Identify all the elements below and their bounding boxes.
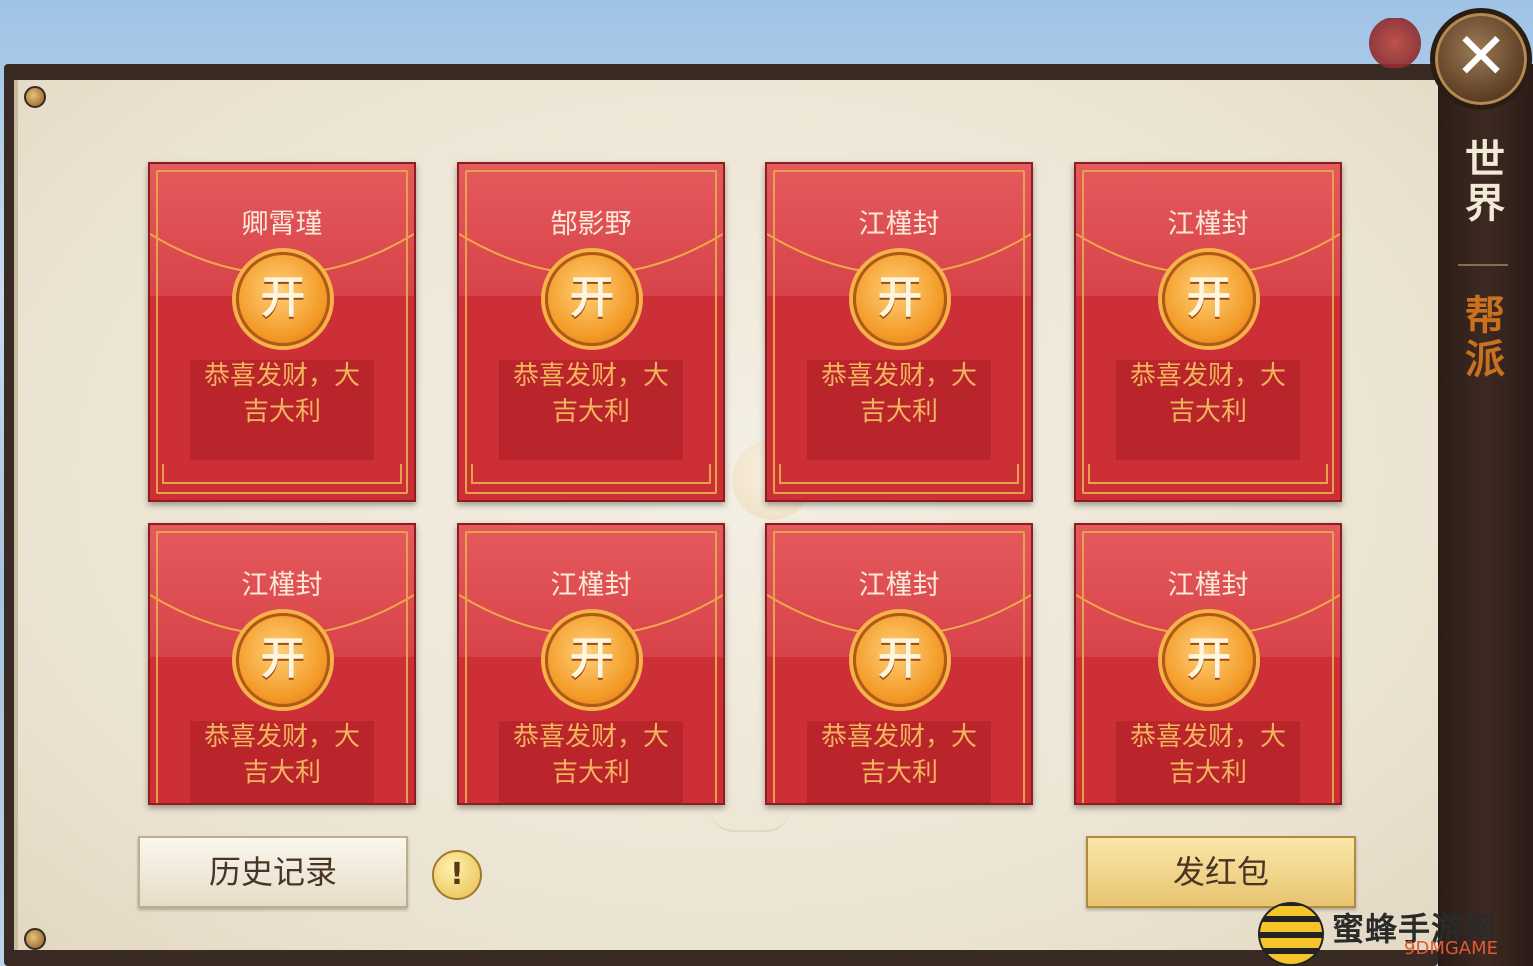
open-envelope-button[interactable]: 开 <box>236 252 330 346</box>
open-envelope-button[interactable]: 开 <box>236 613 330 707</box>
tab-world[interactable]: 世界 <box>1450 138 1520 226</box>
tab-divider <box>1458 264 1508 266</box>
envelope-message: 恭喜发财，大 吉大利 <box>512 361 669 427</box>
history-button[interactable]: 历史记录 <box>138 836 408 908</box>
bee-logo-icon <box>1258 902 1324 966</box>
close-button[interactable]: ✕ <box>1430 8 1532 110</box>
envelope-sender: 江槿封 <box>858 209 940 240</box>
open-envelope-button[interactable]: 开 <box>545 252 639 346</box>
open-envelope-button[interactable]: 开 <box>1162 613 1256 707</box>
frame-rivet <box>24 86 46 108</box>
red-envelope-card[interactable]: 江槿封 开 恭喜发财，大 吉大利 <box>457 523 725 805</box>
envelope-sender: 江槿封 <box>550 570 632 601</box>
close-x-icon: ✕ <box>1454 20 1508 94</box>
red-envelope-card[interactable]: 郜影野 开 恭喜发财，大 吉大利 <box>457 162 725 502</box>
open-envelope-button[interactable]: 开 <box>853 252 947 346</box>
red-envelope-card[interactable]: 江槿封 开 恭喜发财，大 吉大利 <box>765 523 1033 805</box>
watermark-subtext: 9DMGAME <box>1404 938 1499 959</box>
envelope-sender: 江槿封 <box>858 570 940 601</box>
envelope-sender: 卿霄瑾 <box>241 209 323 240</box>
flower-decoration <box>1360 18 1430 68</box>
red-envelope-card[interactable]: 江槿封 开 恭喜发财，大 吉大利 <box>1074 523 1342 805</box>
envelope-message: 恭喜发财，大 吉大利 <box>512 722 669 788</box>
open-envelope-button[interactable]: 开 <box>545 613 639 707</box>
envelope-message: 恭喜发财，大 吉大利 <box>820 361 977 427</box>
envelope-sender: 江槿封 <box>1167 570 1249 601</box>
envelope-message: 恭喜发财，大 吉大利 <box>820 722 977 788</box>
envelope-message: 恭喜发财，大 吉大利 <box>1129 722 1286 788</box>
open-envelope-button[interactable]: 开 <box>1162 252 1256 346</box>
send-red-envelope-button[interactable]: 发红包 <box>1086 836 1356 908</box>
tab-guild[interactable]: 帮派 <box>1450 294 1520 382</box>
frame-rivet <box>24 928 46 950</box>
red-envelope-card[interactable]: 江槿封 开 恭喜发财，大 吉大利 <box>148 523 416 805</box>
envelope-sender: 郜影野 <box>550 209 632 240</box>
red-envelope-card[interactable]: 江槿封 开 恭喜发财，大 吉大利 <box>1074 162 1342 502</box>
red-envelope-card[interactable]: 卿霄瑾 开 恭喜发财，大 吉大利 <box>148 162 416 502</box>
envelope-message: 恭喜发财，大 吉大利 <box>1129 361 1286 427</box>
info-icon[interactable]: ! <box>432 850 482 900</box>
envelope-sender: 江槿封 <box>241 570 323 601</box>
divider-ornament <box>710 808 790 832</box>
open-envelope-button[interactable]: 开 <box>853 613 947 707</box>
envelope-message: 恭喜发财，大 吉大利 <box>203 722 360 788</box>
red-envelope-card[interactable]: 江槿封 开 恭喜发财，大 吉大利 <box>765 162 1033 502</box>
envelope-sender: 江槿封 <box>1167 209 1249 240</box>
envelope-message: 恭喜发财，大 吉大利 <box>203 361 360 427</box>
